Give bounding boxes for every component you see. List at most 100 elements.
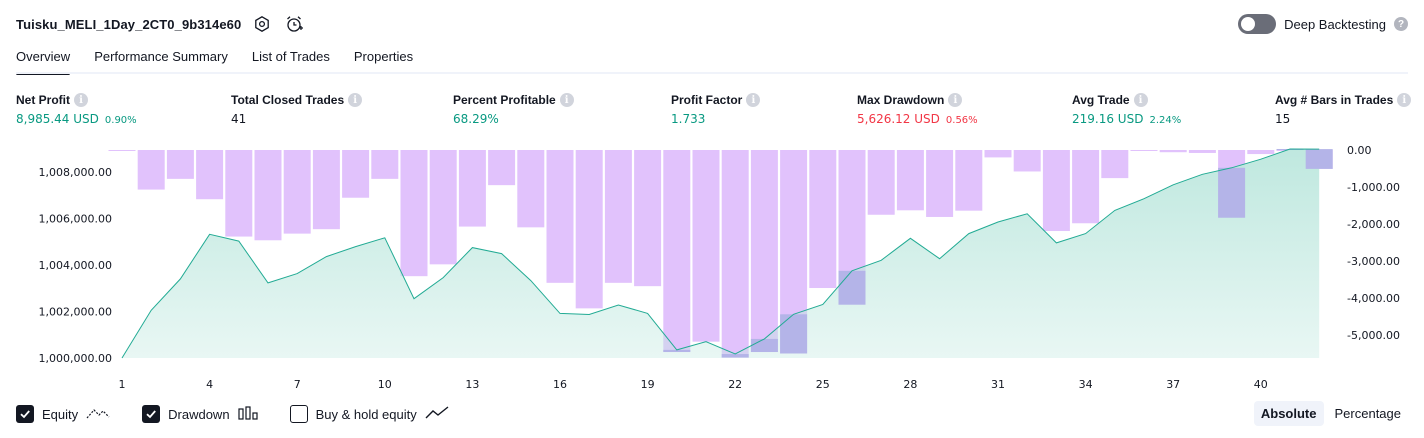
- metric-label: Max Drawdown: [857, 93, 945, 107]
- drawdown-bar: [1130, 150, 1158, 151]
- drawdown-bar: [750, 150, 778, 353]
- drawdown-bar: [809, 150, 837, 289]
- line-chart-icon: [86, 406, 110, 423]
- drawdown-bar: [634, 150, 662, 287]
- x-axis-tick: 13: [465, 378, 479, 391]
- scale-absolute-button[interactable]: Absolute: [1253, 401, 1324, 426]
- drawdown-overlap-bar: [1305, 149, 1333, 169]
- left-axis-tick: 1,000,000.00: [39, 352, 112, 365]
- drawdown-bar: [721, 150, 749, 358]
- info-icon[interactable]: i: [74, 93, 88, 107]
- drawdown-bar: [283, 150, 311, 234]
- checkbox-unchecked-icon[interactable]: [289, 405, 308, 423]
- drawdown-bar: [1188, 150, 1216, 153]
- metric-percent: 2.24%: [1149, 115, 1182, 126]
- right-axis-tick: -5,000.00: [1347, 329, 1400, 342]
- metric-label: Profit Factor: [671, 93, 743, 107]
- x-axis-tick: 4: [206, 378, 213, 391]
- info-icon[interactable]: i: [746, 93, 761, 107]
- chart-legend: Equity Drawdown Buy & hold equity: [16, 403, 481, 425]
- drawdown-overlap-bar: [1218, 167, 1246, 218]
- legend-equity[interactable]: Equity: [16, 405, 110, 423]
- drawdown-overlap-bar: [721, 354, 749, 358]
- x-axis-tick: 34: [1079, 378, 1093, 391]
- x-axis-tick: 16: [553, 378, 567, 391]
- drawdown-bar: [400, 150, 428, 277]
- left-axis-tick: 1,002,000.00: [39, 306, 112, 319]
- right-axis-tick: -1,000.00: [1347, 181, 1400, 194]
- x-axis-tick: 25: [816, 378, 830, 391]
- left-axis: 1,000,000.00 1,002,000.00 1,004,000.00 1,00…: [39, 166, 112, 365]
- equity-drawdown-chart[interactable]: 1,000,000.00 1,002,000.00 1,004,000.00 1,00…: [0, 140, 1424, 395]
- info-icon[interactable]: i: [948, 93, 963, 107]
- metric-value: 41: [231, 112, 247, 126]
- scale-toggle: Absolute Percentage: [1253, 401, 1409, 426]
- metric-percent-profitable: Percent Profitable i 68.29%: [453, 93, 574, 126]
- x-axis-tick: 31: [991, 378, 1005, 391]
- drawdown-bar: [458, 150, 486, 227]
- drawdown-bar: [108, 150, 136, 151]
- drawdown-bar: [429, 150, 457, 265]
- deep-backtesting-label: Deep Backtesting: [1284, 16, 1386, 32]
- drawdown-bar: [867, 150, 895, 215]
- metric-percent: 0.90%: [104, 115, 137, 126]
- legend-label: Drawdown: [168, 406, 230, 422]
- info-icon[interactable]: i: [1397, 93, 1412, 107]
- legend-buy-hold[interactable]: Buy & hold equity: [289, 405, 449, 423]
- deep-backtesting-control: Deep Backtesting ?: [1238, 12, 1408, 36]
- info-icon[interactable]: i: [348, 93, 363, 107]
- x-axis-tick: 10: [378, 378, 392, 391]
- drawdown-bar: [663, 150, 691, 353]
- deep-backtesting-toggle[interactable]: [1238, 14, 1277, 34]
- metric-profit-factor: Profit Factor i 1.733: [671, 93, 761, 126]
- x-axis-tick: 7: [294, 378, 301, 391]
- help-icon[interactable]: ?: [1394, 17, 1408, 31]
- drawdown-bar: [342, 150, 370, 198]
- strategy-title: Tuisku_MELI_1Day_2CT0_9b314e60: [16, 16, 242, 32]
- scale-percentage-button[interactable]: Percentage: [1328, 401, 1409, 426]
- drawdown-bar: [1101, 150, 1129, 179]
- metric-value: 8,985.44 USD: [16, 112, 99, 126]
- drawdown-bar: [371, 150, 399, 179]
- drawdown-bar: [517, 150, 545, 228]
- metric-value: 68.29%: [453, 112, 499, 126]
- x-axis-tick: 28: [903, 378, 917, 391]
- right-axis: 0.00 -1,000.00 -2,000.00 -3,000.00 -4,000.00…: [1347, 144, 1400, 342]
- drawdown-bar: [166, 150, 194, 179]
- metric-value: 5,626.12 USD: [857, 112, 940, 126]
- metric-label: Avg Trade: [1072, 93, 1130, 107]
- trend-line-icon: [425, 405, 449, 423]
- info-icon[interactable]: i: [559, 93, 574, 107]
- legend-label: Buy & hold equity: [315, 406, 417, 422]
- drawdown-bar: [1013, 150, 1041, 172]
- drawdown-bar: [196, 150, 224, 200]
- metric-max-drawdown: Max Drawdown i 5,626.12 USD 0.56%: [857, 93, 978, 126]
- drawdown-bar: [984, 150, 1012, 158]
- legend-drawdown[interactable]: Drawdown: [142, 405, 258, 423]
- metric-label: Total Closed Trades: [231, 93, 345, 107]
- checkbox-checked-icon[interactable]: [142, 405, 161, 423]
- drawdown-bar: [1247, 150, 1275, 155]
- drawdown-bar: [896, 150, 924, 211]
- metric-total-closed-trades: Total Closed Trades i 41: [231, 93, 363, 126]
- info-icon[interactable]: i: [1133, 93, 1148, 107]
- metric-label: Percent Profitable: [453, 93, 556, 107]
- metric-value: 15: [1275, 112, 1291, 126]
- drawdown-bar: [225, 150, 253, 237]
- metric-label: Avg # Bars in Trades: [1275, 93, 1394, 107]
- bar-chart-icon: [237, 405, 258, 423]
- metric-avg-trade: Avg Trade i 219.16 USD 2.24%: [1072, 93, 1181, 126]
- right-axis-tick: -4,000.00: [1347, 292, 1400, 305]
- drawdown-bar: [254, 150, 282, 241]
- drawdown-bar: [926, 150, 954, 217]
- checkbox-checked-icon[interactable]: [16, 405, 34, 423]
- drawdown-overlap-bar: [838, 270, 866, 305]
- drawdown-overlap-bar: [750, 338, 778, 353]
- right-axis-tick: -3,000.00: [1347, 255, 1400, 268]
- hexagon-gear-icon[interactable]: [251, 13, 273, 35]
- metrics-row: Net Profit i 8,985.44 USD 0.90% Total Clos…: [0, 93, 1424, 133]
- drawdown-bar: [312, 150, 340, 230]
- x-axis-tick: 37: [1166, 378, 1180, 391]
- alarm-clock-plus-icon[interactable]: [283, 13, 305, 35]
- x-axis-tick: 19: [641, 378, 655, 391]
